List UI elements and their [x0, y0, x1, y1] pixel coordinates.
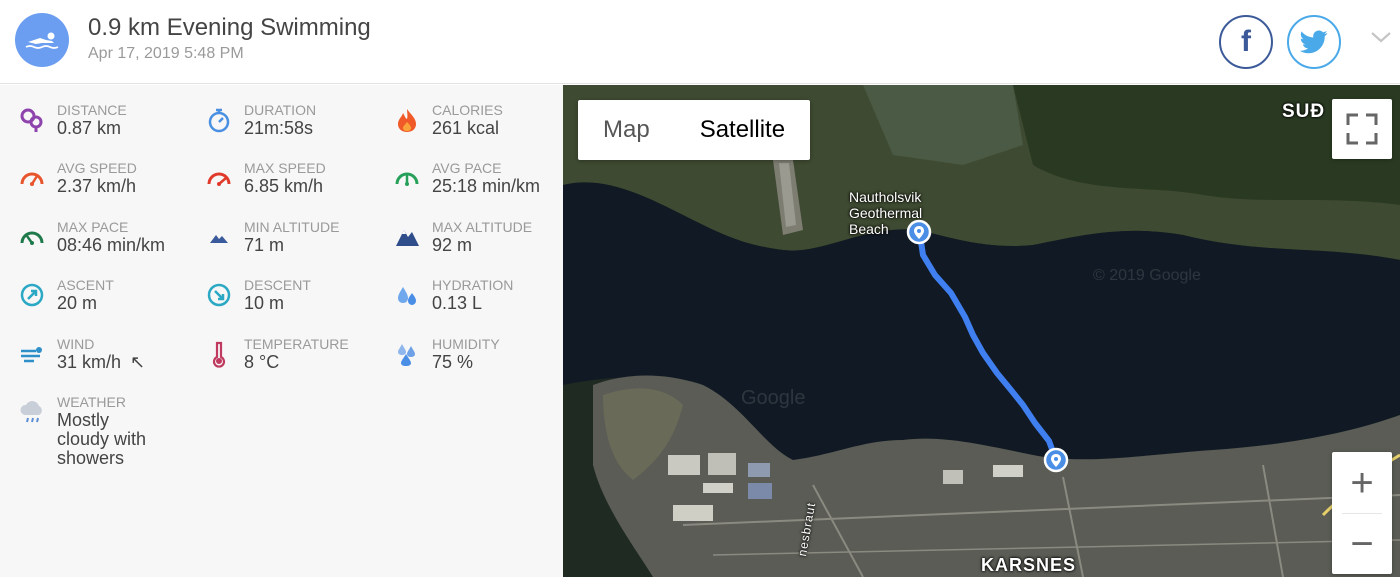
- zoom-in-button[interactable]: +: [1332, 452, 1392, 513]
- flame-icon: [393, 106, 421, 134]
- stat-value: 92 m: [432, 235, 473, 255]
- stat-value: 21m:58s: [244, 118, 314, 138]
- water-drops-icon: [393, 281, 421, 309]
- stat-label: MAX PACE: [57, 219, 129, 235]
- mountain-icon: [205, 223, 233, 251]
- map-watermark: Google: [741, 387, 806, 409]
- pace-gauge-icon: [393, 164, 421, 192]
- stat-value: 0.13 L: [432, 293, 483, 313]
- stat-humidity: HUMIDITY 75 %: [393, 336, 583, 386]
- mountain-icon: [393, 223, 421, 251]
- distance-icon: [18, 106, 46, 134]
- cloud-rain-icon: [18, 398, 46, 426]
- stat-label: MAX ALTITUDE: [432, 219, 533, 235]
- facebook-share-button[interactable]: f: [1219, 15, 1273, 69]
- facebook-icon: f: [1241, 25, 1251, 58]
- weather-line: Mostly: [57, 410, 110, 430]
- stat-value: 0.87 km: [57, 118, 122, 138]
- ascent-arrow-icon: [18, 281, 46, 309]
- stat-hydration: HYDRATION 0.13 L: [393, 277, 583, 327]
- descent-arrow-icon: [205, 281, 233, 309]
- stat-wind: WIND 31 km/h ↖: [18, 336, 208, 386]
- chevron-down-icon[interactable]: [1370, 30, 1392, 49]
- zoom-control: + −: [1332, 452, 1392, 574]
- fullscreen-button[interactable]: [1332, 99, 1392, 159]
- humidity-drops-icon: [393, 340, 421, 368]
- stat-value: 31 km/h ↖: [57, 353, 145, 372]
- stat-label: DURATION: [244, 102, 317, 118]
- stat-max-speed: MAX SPEED 6.85 km/h: [205, 160, 395, 210]
- stat-value: 20 m: [57, 293, 98, 313]
- stat-label: ASCENT: [57, 277, 114, 293]
- map-type-control: Map Satellite: [578, 100, 811, 160]
- zoom-out-button[interactable]: −: [1332, 513, 1392, 574]
- weather-line: showers: [57, 448, 125, 468]
- stat-duration: DURATION 21m:58s: [205, 102, 395, 152]
- stat-value: 71 m: [244, 235, 285, 255]
- twitter-share-button[interactable]: [1287, 15, 1341, 69]
- wind-icon: [18, 340, 46, 368]
- stat-max-altitude: MAX ALTITUDE 92 m: [393, 219, 583, 269]
- activity-title: 0.9 km Evening Swimming: [88, 14, 371, 41]
- stat-label: TEMPERATURE: [244, 336, 349, 352]
- map-type-satellite-button[interactable]: Satellite: [675, 100, 810, 160]
- stat-label: DESCENT: [244, 277, 311, 293]
- speedometer-icon: [205, 164, 233, 192]
- stat-max-pace: MAX PACE 08:46 min/km: [18, 219, 208, 269]
- stat-value: 8 °C: [244, 352, 280, 372]
- map-type-map-button[interactable]: Map: [578, 100, 675, 160]
- stat-label: DISTANCE: [57, 102, 127, 118]
- stat-temperature: TEMPERATURE 8 °C: [205, 336, 395, 386]
- stat-avg-speed: AVG SPEED 2.37 km/h: [18, 160, 208, 210]
- stat-value: 08:46 min/km: [57, 235, 166, 255]
- stat-label: MAX SPEED: [244, 160, 326, 176]
- stat-value: 2.37 km/h: [57, 176, 137, 196]
- stat-label: AVG SPEED: [57, 160, 137, 176]
- fullscreen-icon: [1346, 113, 1378, 145]
- stat-avg-pace: AVG PACE 25:18 min/km: [393, 160, 583, 210]
- stat-min-altitude: MIN ALTITUDE 71 m: [205, 219, 395, 269]
- twitter-icon: [1300, 30, 1328, 54]
- stat-descent: DESCENT 10 m: [205, 277, 395, 327]
- stat-label: WEATHER: [57, 394, 126, 410]
- stopwatch-icon: [205, 106, 233, 134]
- stat-label: HYDRATION: [432, 277, 514, 293]
- stat-value: 6.85 km/h: [244, 176, 324, 196]
- area-label: KARSNES: [981, 555, 1077, 575]
- stat-value: 261 kcal: [432, 118, 500, 138]
- wind-direction-icon: ↖: [130, 352, 146, 372]
- stat-weather: WEATHER Mostly cloudy with showers: [18, 394, 208, 474]
- stat-label: WIND: [57, 336, 95, 352]
- stat-calories: CALORIES 261 kcal: [393, 102, 583, 152]
- pace-gauge-icon: [18, 223, 46, 251]
- stat-label: AVG PACE: [432, 160, 502, 176]
- poi-label: Nautholsvik Geothermal Beach: [849, 189, 923, 237]
- area-label: SUÐ: [1282, 101, 1326, 122]
- weather-line: cloudy with: [57, 429, 147, 449]
- speedometer-icon: [18, 164, 46, 192]
- stat-value: 25:18 min/km: [432, 176, 541, 196]
- stat-label: HUMIDITY: [432, 336, 500, 352]
- map-watermark: © 2019 Google: [1093, 267, 1201, 284]
- activity-date: Apr 17, 2019 5:48 PM: [88, 45, 244, 62]
- stat-ascent: ASCENT 20 m: [18, 277, 208, 327]
- activity-header: 0.9 km Evening Swimming Apr 17, 2019 5:4…: [0, 0, 1400, 84]
- stat-value: 75 %: [432, 352, 474, 372]
- stat-value: 10 m: [244, 293, 285, 313]
- swimmer-icon: [15, 13, 69, 67]
- stats-panel: DISTANCE 0.87 km DURATION 21m:58s CALORI…: [0, 85, 563, 577]
- wind-speed: 31 km/h: [57, 352, 122, 372]
- stat-distance: DISTANCE 0.87 km: [18, 102, 208, 152]
- stat-label: CALORIES: [432, 102, 503, 118]
- zoom-divider: [1342, 513, 1382, 514]
- route-map[interactable]: Nautholsvik Geothermal Beach SUÐ KARSNES…: [563, 85, 1400, 577]
- thermometer-icon: [205, 340, 233, 368]
- map-pin-icon[interactable]: [1043, 447, 1069, 479]
- stat-value: Mostly cloudy with showers: [57, 411, 146, 468]
- stat-label: MIN ALTITUDE: [244, 219, 340, 235]
